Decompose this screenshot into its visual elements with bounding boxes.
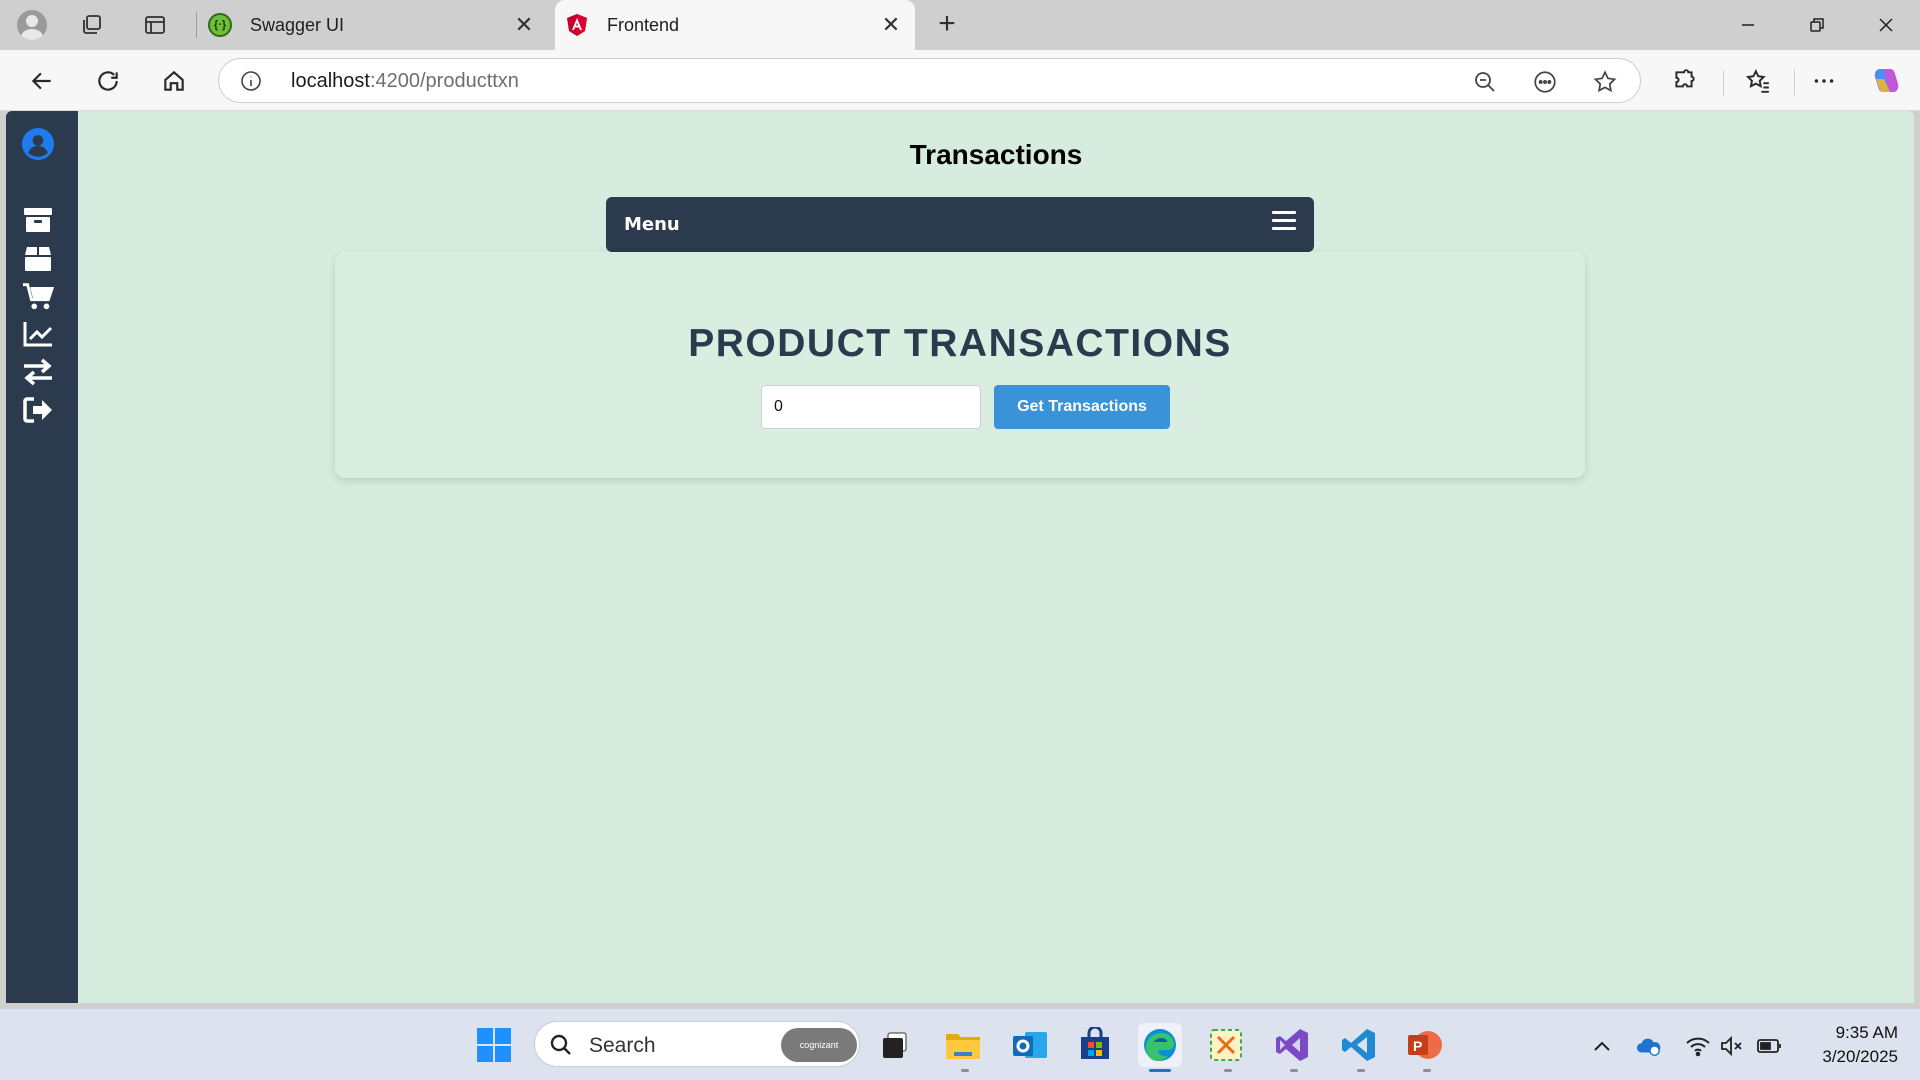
running-indicator xyxy=(1357,1069,1365,1072)
new-tab-icon[interactable]: + xyxy=(932,9,962,40)
workspaces-icon[interactable] xyxy=(76,9,108,41)
running-indicator xyxy=(1224,1069,1232,1072)
clock-date: 3/20/2025 xyxy=(1822,1047,1898,1066)
wifi-icon[interactable] xyxy=(1685,1033,1711,1059)
close-window-icon[interactable] xyxy=(1866,8,1906,42)
outlook-icon[interactable] xyxy=(1008,1023,1052,1067)
windows-start-icon[interactable] xyxy=(472,1023,516,1067)
home-icon[interactable] xyxy=(154,62,194,100)
taskbar: Search cognizant P 9:35 AM 3/20/2025 xyxy=(0,1008,1920,1080)
reload-icon[interactable] xyxy=(88,62,128,100)
address-bar[interactable]: localhost:4200/producttxn xyxy=(218,58,1795,103)
vscode-icon[interactable] xyxy=(1337,1023,1381,1067)
microsoft-store-icon[interactable] xyxy=(1073,1023,1117,1067)
search-label: Search xyxy=(589,1034,656,1057)
cart-icon[interactable] xyxy=(22,281,54,311)
system-clock[interactable]: 9:35 AM 3/20/2025 xyxy=(1798,1021,1898,1069)
clock-time: 9:35 AM xyxy=(1835,1023,1898,1042)
page-viewport: Transactions Menu PRODUCT TRANSACTIONS G… xyxy=(6,111,1914,1003)
copilot-icon[interactable] xyxy=(1866,62,1906,100)
volume-muted-icon[interactable] xyxy=(1719,1033,1745,1059)
close-tab-icon[interactable]: ✕ xyxy=(877,11,905,39)
chart-line-icon[interactable] xyxy=(22,319,54,349)
more-options-icon[interactable] xyxy=(1804,62,1844,100)
tab-frontend[interactable]: Frontend ✕ xyxy=(555,0,915,50)
active-indicator xyxy=(1149,1069,1171,1072)
tab-swagger-ui[interactable]: {·} Swagger UI ✕ xyxy=(198,0,548,50)
user-circle-icon[interactable] xyxy=(22,128,54,160)
tab-separator xyxy=(196,12,197,38)
product-id-input[interactable] xyxy=(761,385,981,429)
browser-tab-strip: {·} Swagger UI ✕ Frontend ✕ + xyxy=(0,0,1920,50)
edge-browser-icon[interactable] xyxy=(1138,1023,1182,1067)
menu-bar[interactable]: Menu xyxy=(606,197,1314,252)
restore-icon[interactable] xyxy=(1797,8,1837,42)
visual-studio-icon[interactable] xyxy=(1270,1023,1314,1067)
tab-title: Swagger UI xyxy=(250,14,345,35)
get-transactions-button[interactable]: Get Transactions xyxy=(994,385,1170,429)
sidebar xyxy=(6,111,78,1003)
logout-icon[interactable] xyxy=(22,395,54,425)
tab-title: Frontend xyxy=(607,14,680,35)
profile-avatar-icon[interactable] xyxy=(16,9,48,41)
reading-mode-icon[interactable] xyxy=(1531,68,1559,96)
zoom-out-icon[interactable] xyxy=(1471,68,1499,96)
page-title: Transactions xyxy=(909,139,1083,170)
back-icon[interactable] xyxy=(22,62,62,100)
menu-label: Menu xyxy=(624,214,680,235)
powerpoint-icon[interactable]: P xyxy=(1403,1023,1447,1067)
separator xyxy=(1723,70,1724,96)
snipping-tool-icon[interactable] xyxy=(1204,1023,1248,1067)
url-text: localhost:4200/producttxn xyxy=(291,70,519,92)
show-hidden-icons-icon[interactable] xyxy=(1589,1033,1615,1059)
battery-icon[interactable] xyxy=(1757,1033,1783,1059)
search-icon xyxy=(549,1033,573,1057)
exchange-icon[interactable] xyxy=(22,357,54,387)
cognizant-badge: cognizant xyxy=(781,1028,857,1062)
tab-actions-icon[interactable] xyxy=(139,9,171,41)
browser-toolbar: localhost:4200/producttxn xyxy=(0,50,1920,111)
transactions-card: PRODUCT TRANSACTIONS Get Transactions xyxy=(335,252,1585,478)
close-tab-icon[interactable]: ✕ xyxy=(510,11,538,39)
running-indicator xyxy=(1423,1069,1431,1072)
running-indicator xyxy=(1290,1069,1298,1072)
site-info-icon[interactable] xyxy=(239,69,263,93)
hamburger-menu-icon[interactable] xyxy=(1272,211,1296,233)
box-icon[interactable] xyxy=(22,243,54,273)
swagger-icon: {·} xyxy=(208,13,232,37)
taskbar-search[interactable]: Search cognizant xyxy=(534,1021,860,1067)
svg-text:P: P xyxy=(1413,1038,1422,1054)
favorites-icon[interactable] xyxy=(1738,62,1778,100)
running-indicator xyxy=(961,1069,969,1072)
task-view-icon[interactable] xyxy=(873,1023,917,1067)
file-explorer-icon[interactable] xyxy=(941,1023,985,1067)
onedrive-icon[interactable] xyxy=(1636,1033,1662,1059)
extensions-icon[interactable] xyxy=(1664,62,1704,100)
archive-icon[interactable] xyxy=(22,205,54,235)
minimize-icon[interactable] xyxy=(1728,8,1768,42)
favorite-star-icon[interactable] xyxy=(1591,68,1619,96)
card-heading: PRODUCT TRANSACTIONS xyxy=(688,322,1232,365)
separator xyxy=(1794,69,1795,95)
angular-icon xyxy=(565,13,589,37)
